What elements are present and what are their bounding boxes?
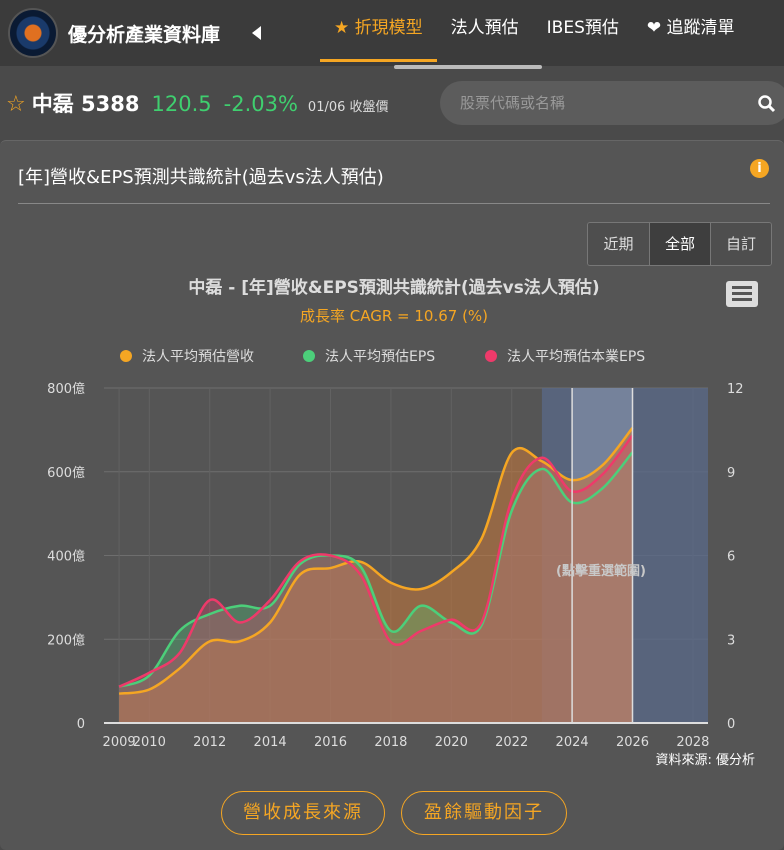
star-icon[interactable]: ☆ [6,92,26,117]
info-icon[interactable]: i [750,159,769,178]
main-nav: ★ 折現模型 法人預估 IBES預估 ❤ 追蹤清單 [320,0,749,66]
price-date: 01/06 收盤價 [307,100,389,115]
top-bar: 優分析產業資料庫 ★ 折現模型 法人預估 IBES預估 ❤ 追蹤清單 [0,0,784,66]
chart-card: [年]營收&EPS預測共識統計(過去vs法人預估) i 近期 全部 自訂 營收成… [0,140,784,850]
revenue-growth-button[interactable]: 營收成長來源 [221,791,385,835]
range-all[interactable]: 全部 [649,223,710,265]
card-title: [年]營收&EPS預測共識統計(過去vs法人預估) [18,167,384,188]
stock-name: 中磊 5388 [31,92,140,116]
nav-scrollbar[interactable] [394,65,542,69]
stock-price: 120.5 [151,92,212,116]
nav-tab-dcf[interactable]: ★ 折現模型 [320,0,437,62]
nav-tab-institutional[interactable]: 法人預估 [437,0,533,66]
search-icon[interactable] [758,95,776,113]
range-selector: 近期 全部 自訂 [587,222,772,266]
nav-tab-watchlist[interactable]: ❤ 追蹤清單 [633,0,749,66]
divider [18,203,770,204]
range-custom[interactable]: 自訂 [710,223,771,265]
brand-title[interactable]: 優分析產業資料庫 [68,20,220,47]
range-recent[interactable]: 近期 [588,223,649,265]
earnings-driver-button[interactable]: 盈餘驅動因子 [401,791,567,835]
stock-header: ☆ 中磊 5388 120.5 -2.03% 01/06 收盤價 [6,88,389,118]
logo[interactable] [8,8,58,58]
chart-menu-icon[interactable] [726,281,758,307]
search-input[interactable]: 股票代碼或名稱 [440,81,784,125]
stock-change: -2.03% [223,92,298,116]
nav-left-arrow-icon[interactable] [252,26,262,40]
nav-tab-ibes[interactable]: IBES預估 [533,0,633,66]
